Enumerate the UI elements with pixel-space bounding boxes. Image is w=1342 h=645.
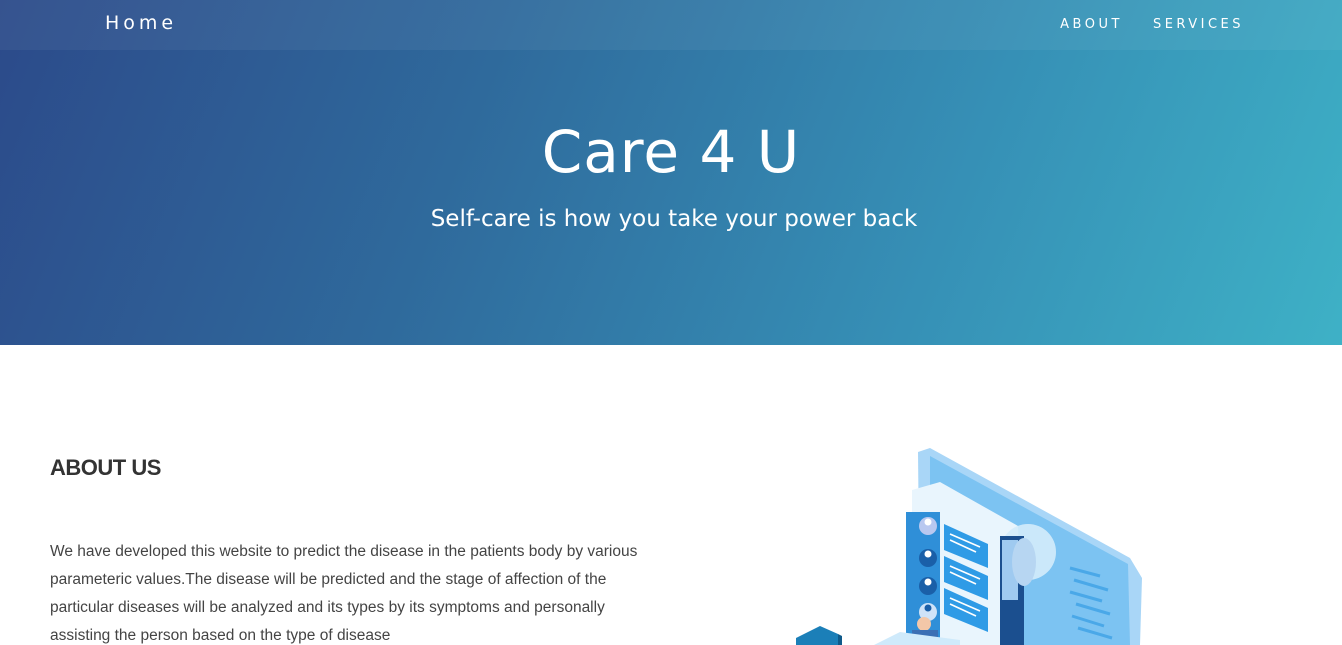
nav-services-link[interactable]: SERVICES <box>1153 17 1244 32</box>
nav-links: ABOUT SERVICES <box>1060 17 1244 32</box>
home-link[interactable]: Home <box>105 12 177 34</box>
box-side <box>838 634 842 645</box>
doctor-figure <box>1012 538 1036 586</box>
nav-about-link[interactable]: ABOUT <box>1060 17 1123 32</box>
hero-section: Home ABOUT SERVICES Care 4 U Self-care i… <box>0 0 1342 345</box>
box-shape <box>796 626 838 645</box>
navbar: Home ABOUT SERVICES <box>0 0 1342 50</box>
person-head <box>917 617 931 631</box>
doctor-consultation-illustration-icon <box>790 440 1160 645</box>
illustration-svg <box>796 448 1142 645</box>
hero-subtitle: Self-care is how you take your power bac… <box>430 206 918 232</box>
about-text: We have developed this website to predic… <box>50 543 638 644</box>
about-heading: ABOUT US <box>50 455 161 480</box>
hero-title: Care 4 U <box>541 118 801 186</box>
